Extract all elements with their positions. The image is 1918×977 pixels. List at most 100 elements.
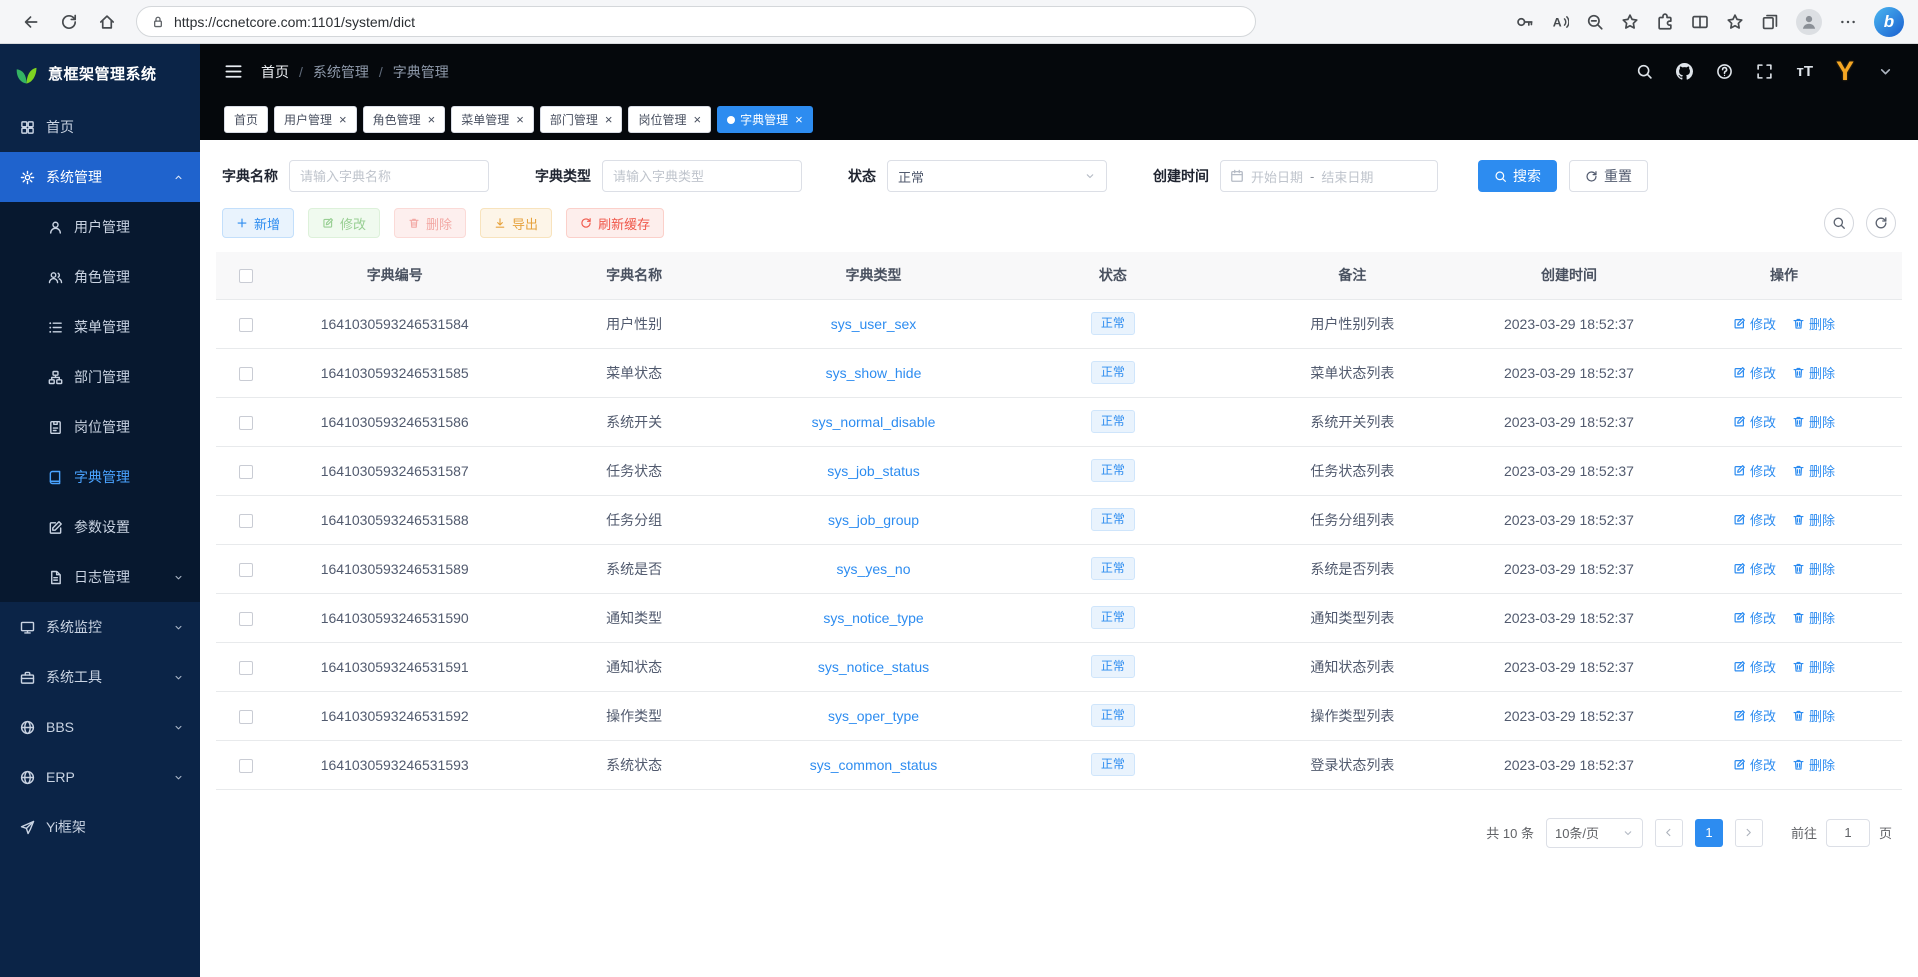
- close-icon[interactable]: ×: [795, 113, 803, 126]
- dict-type-link[interactable]: sys_notice_type: [823, 610, 923, 626]
- collections-icon[interactable]: [1761, 13, 1779, 31]
- fullscreen-icon[interactable]: [1756, 63, 1773, 80]
- sidebar-item[interactable]: 系统工具: [0, 652, 200, 702]
- row-edit-link[interactable]: 修改: [1733, 412, 1776, 431]
- row-edit-link[interactable]: 修改: [1733, 314, 1776, 333]
- row-edit-link[interactable]: 修改: [1733, 657, 1776, 676]
- dict-type-link[interactable]: sys_normal_disable: [812, 414, 936, 430]
- edit-button[interactable]: 修改: [308, 208, 380, 238]
- home-button[interactable]: [90, 5, 124, 39]
- close-icon[interactable]: ×: [339, 113, 347, 126]
- row-checkbox[interactable]: [239, 367, 253, 381]
- read-aloud-icon[interactable]: A: [1551, 13, 1569, 31]
- close-icon[interactable]: ×: [605, 113, 613, 126]
- view-tab[interactable]: 字典管理×: [717, 106, 813, 133]
- sidebar-toggle-icon[interactable]: [224, 62, 243, 81]
- close-icon[interactable]: ×: [693, 113, 701, 126]
- toggle-search-button[interactable]: [1824, 208, 1854, 238]
- view-tab[interactable]: 菜单管理×: [451, 106, 534, 133]
- sidebar-subitem[interactable]: 菜单管理: [0, 302, 200, 352]
- more-menu-icon[interactable]: [1839, 13, 1857, 31]
- dict-type-link[interactable]: sys_show_hide: [826, 365, 922, 381]
- sidebar-subitem[interactable]: 用户管理: [0, 202, 200, 252]
- refresh-table-button[interactable]: [1866, 208, 1896, 238]
- row-delete-link[interactable]: 删除: [1792, 363, 1835, 382]
- dict-type-link[interactable]: sys_job_group: [828, 512, 919, 528]
- sidebar-item[interactable]: 系统管理: [0, 152, 200, 202]
- row-checkbox[interactable]: [239, 563, 253, 577]
- next-page-button[interactable]: [1735, 819, 1763, 847]
- sidebar-subitem[interactable]: 角色管理: [0, 252, 200, 302]
- row-checkbox[interactable]: [239, 612, 253, 626]
- user-menu-caret-icon[interactable]: [1877, 63, 1894, 80]
- reset-button[interactable]: 重置: [1569, 160, 1648, 192]
- select-all-checkbox[interactable]: [239, 269, 253, 283]
- row-edit-link[interactable]: 修改: [1733, 510, 1776, 529]
- sidebar-item[interactable]: 首页: [0, 102, 200, 152]
- refresh-cache-button[interactable]: 刷新缓存: [566, 208, 664, 238]
- row-delete-link[interactable]: 删除: [1792, 706, 1835, 725]
- row-delete-link[interactable]: 删除: [1792, 314, 1835, 333]
- row-checkbox[interactable]: [239, 710, 253, 724]
- zoom-icon[interactable]: [1586, 13, 1604, 31]
- row-edit-link[interactable]: 修改: [1733, 755, 1776, 774]
- view-tab[interactable]: 角色管理×: [363, 106, 446, 133]
- goto-page-input[interactable]: [1826, 819, 1870, 847]
- extensions-icon[interactable]: [1656, 13, 1674, 31]
- github-icon[interactable]: [1676, 63, 1693, 80]
- sidebar-item[interactable]: Yi框架: [0, 802, 200, 852]
- row-edit-link[interactable]: 修改: [1733, 706, 1776, 725]
- bing-icon[interactable]: b: [1874, 7, 1904, 37]
- url-text[interactable]: https://ccnetcore.com:1101/system/dict: [174, 14, 415, 30]
- row-delete-link[interactable]: 删除: [1792, 657, 1835, 676]
- prev-page-button[interactable]: [1655, 819, 1683, 847]
- sidebar-item[interactable]: BBS: [0, 702, 200, 752]
- close-icon[interactable]: ×: [428, 113, 436, 126]
- sidebar-item[interactable]: 系统监控: [0, 602, 200, 652]
- row-checkbox[interactable]: [239, 759, 253, 773]
- split-screen-icon[interactable]: [1691, 13, 1709, 31]
- row-edit-link[interactable]: 修改: [1733, 559, 1776, 578]
- breadcrumb-item[interactable]: 首页: [261, 62, 289, 82]
- refresh-button[interactable]: [52, 5, 86, 39]
- row-delete-link[interactable]: 删除: [1792, 608, 1835, 627]
- sidebar-subitem[interactable]: 岗位管理: [0, 402, 200, 452]
- sidebar-subitem[interactable]: 日志管理: [0, 552, 200, 602]
- search-button[interactable]: 搜索: [1478, 160, 1557, 192]
- breadcrumb-item[interactable]: 系统管理: [313, 62, 369, 82]
- dict-name-input[interactable]: [289, 160, 489, 192]
- sidebar-subitem[interactable]: 字典管理: [0, 452, 200, 502]
- date-range-picker[interactable]: 开始日期 - 结束日期: [1220, 160, 1438, 192]
- dict-type-link[interactable]: sys_job_status: [827, 463, 920, 479]
- page-1-button[interactable]: 1: [1695, 819, 1723, 847]
- view-tab[interactable]: 部门管理×: [540, 106, 623, 133]
- status-select[interactable]: 正常: [887, 160, 1107, 192]
- dict-type-link[interactable]: sys_oper_type: [828, 708, 919, 724]
- row-edit-link[interactable]: 修改: [1733, 461, 1776, 480]
- header-search-icon[interactable]: [1636, 63, 1653, 80]
- profile-avatar[interactable]: [1796, 9, 1822, 35]
- dict-type-link[interactable]: sys_common_status: [810, 757, 938, 773]
- view-tab[interactable]: 用户管理×: [274, 106, 357, 133]
- dict-type-link[interactable]: sys_yes_no: [837, 561, 911, 577]
- row-checkbox[interactable]: [239, 465, 253, 479]
- sidebar-subitem[interactable]: 参数设置: [0, 502, 200, 552]
- dict-type-link[interactable]: sys_user_sex: [831, 316, 917, 332]
- close-icon[interactable]: ×: [516, 113, 524, 126]
- dict-type-input[interactable]: [602, 160, 802, 192]
- help-icon[interactable]: [1716, 63, 1733, 80]
- export-button[interactable]: 导出: [480, 208, 552, 238]
- back-button[interactable]: [14, 5, 48, 39]
- address-bar[interactable]: https://ccnetcore.com:1101/system/dict: [136, 6, 1256, 37]
- row-checkbox[interactable]: [239, 661, 253, 675]
- row-delete-link[interactable]: 删除: [1792, 510, 1835, 529]
- delete-button[interactable]: 删除: [394, 208, 466, 238]
- row-delete-link[interactable]: 删除: [1792, 412, 1835, 431]
- password-key-icon[interactable]: [1516, 13, 1534, 31]
- row-checkbox[interactable]: [239, 514, 253, 528]
- sidebar-subitem[interactable]: 部门管理: [0, 352, 200, 402]
- view-tab[interactable]: 岗位管理×: [628, 106, 711, 133]
- dict-type-link[interactable]: sys_notice_status: [818, 659, 929, 675]
- user-logo[interactable]: Y: [1836, 58, 1854, 85]
- sidebar-item[interactable]: ERP: [0, 752, 200, 802]
